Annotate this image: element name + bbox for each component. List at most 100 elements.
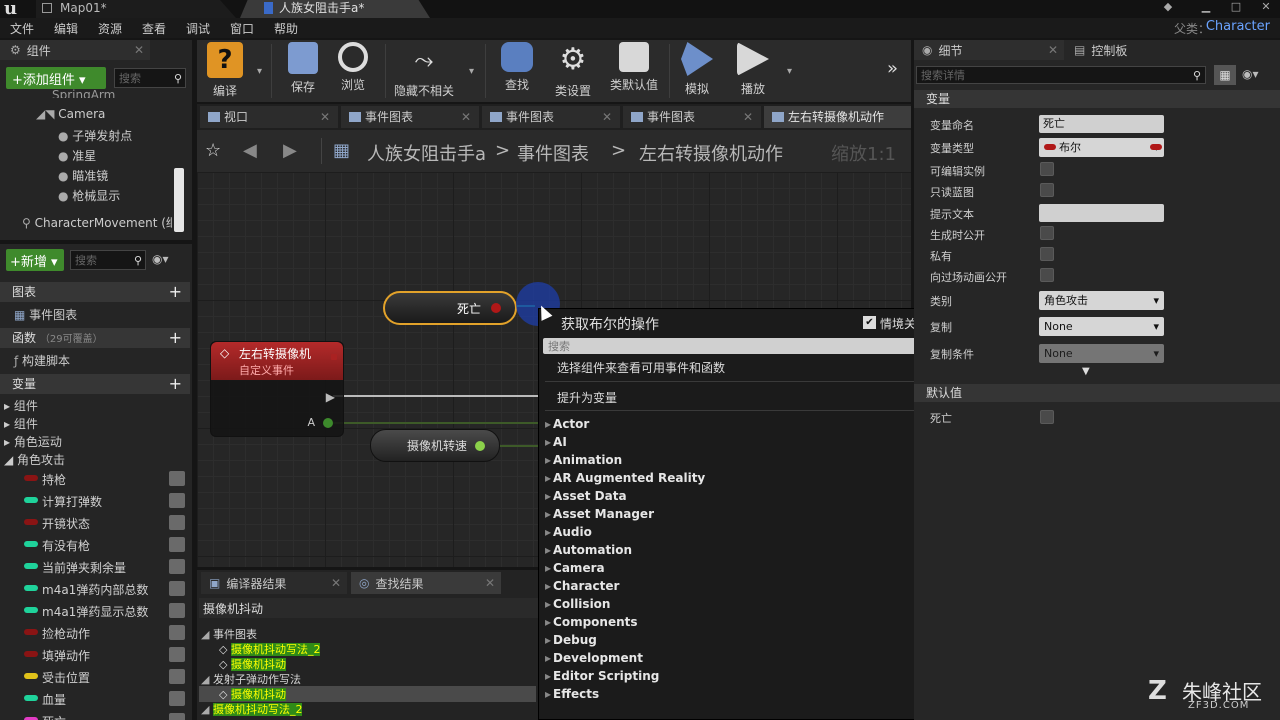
action-category[interactable]: Automation: [545, 543, 632, 557]
doc-tab-blueprint[interactable]: 人族女阻击手a*: [240, 0, 430, 18]
exec-output-pin[interactable]: ▶: [326, 390, 335, 404]
variable-visibility-eye-icon[interactable]: [169, 493, 185, 508]
detail-combo[interactable]: None: [1039, 317, 1164, 336]
variable-visibility-eye-icon[interactable]: [169, 625, 185, 640]
tree-springarm[interactable]: SpringArm: [52, 88, 115, 98]
view-options-eye-icon[interactable]: ◉▾: [152, 252, 169, 266]
action-category[interactable]: Debug: [545, 633, 597, 647]
menu-help[interactable]: 帮助: [274, 20, 298, 37]
variable-row[interactable]: 血量: [0, 688, 190, 710]
compiler-results-tab[interactable]: ▣ 编译器结果 ✕: [201, 572, 347, 594]
variable-type-combo[interactable]: 布尔: [1039, 138, 1164, 157]
menu-asset[interactable]: 资源: [98, 20, 122, 37]
result-line[interactable]: ◢ 发射子弹动作写法: [201, 671, 301, 687]
detail-checkbox[interactable]: [1040, 183, 1054, 197]
result-line[interactable]: ◢ 摄像机抖动写法_2: [201, 701, 303, 717]
dead-variable-node[interactable]: 死亡: [383, 291, 517, 325]
browse-button[interactable]: 浏览: [331, 42, 375, 93]
event-graph-item[interactable]: ▦ 事件图表: [14, 306, 77, 323]
variable-row[interactable]: 填弹动作: [0, 644, 190, 666]
variable-row[interactable]: m4a1弹药内部总数: [0, 578, 190, 600]
camera-speed-variable-node[interactable]: 摄像机转速: [370, 429, 500, 462]
save-button[interactable]: 保存: [281, 42, 325, 95]
add-component-button[interactable]: +添加组件 ▾: [6, 67, 106, 89]
variable-name-field[interactable]: 死亡: [1039, 115, 1164, 133]
section-variables[interactable]: 变量 +: [0, 374, 190, 394]
tree-crosshair[interactable]: ● 准星: [58, 147, 96, 164]
result-line[interactable]: ◇ 摄像机抖动: [219, 656, 286, 672]
action-category[interactable]: Asset Manager: [545, 507, 654, 521]
close-icon[interactable]: ✕: [1048, 43, 1058, 57]
menu-file[interactable]: 文件: [10, 20, 34, 37]
context-search-input[interactable]: 搜索 ⚲: [543, 338, 943, 354]
close-icon[interactable]: ✕: [331, 576, 341, 590]
simulate-button[interactable]: 模拟: [675, 42, 719, 97]
find-results-tab[interactable]: ◎ 查找结果 ✕: [351, 572, 501, 594]
advanced-expand-icon[interactable]: ▼: [1082, 366, 1090, 377]
action-category[interactable]: Development: [545, 651, 643, 665]
class-settings-button[interactable]: ⚙ 类设置: [549, 42, 597, 99]
tab-event-graph-2[interactable]: 事件图表 ✕: [482, 106, 620, 128]
detail-checkbox[interactable]: [1040, 268, 1054, 282]
action-category[interactable]: Components: [545, 615, 638, 629]
action-category[interactable]: AI: [545, 435, 567, 449]
action-category[interactable]: Effects: [545, 687, 599, 701]
action-category[interactable]: AR Augmented Reality: [545, 471, 705, 485]
compile-options-chevron-icon[interactable]: ▾: [257, 66, 262, 77]
action-category[interactable]: Editor Scripting: [545, 669, 659, 683]
tooltip-text-field[interactable]: [1039, 204, 1164, 222]
breadcrumb-function[interactable]: 左右转摄像机动作: [639, 140, 783, 166]
view-options-eye-icon[interactable]: ◉▾: [1242, 67, 1259, 81]
components-scrollbar[interactable]: [174, 168, 184, 232]
event-delegate-pin[interactable]: [331, 354, 337, 360]
variable-row[interactable]: 捡枪动作: [0, 622, 190, 644]
doc-tab-map[interactable]: Map01*: [36, 0, 236, 18]
tree-character-movement[interactable]: ⚲ CharacterMovement (继: [22, 214, 172, 231]
var-category-components-2[interactable]: ▸ 组件: [4, 415, 38, 432]
var-category-movement[interactable]: ▸ 角色运动: [4, 433, 62, 450]
action-category[interactable]: Camera: [545, 561, 605, 575]
result-line[interactable]: ◢ 事件图表: [201, 626, 257, 642]
notification-icon[interactable]: ◆: [1160, 0, 1176, 14]
add-function-plus-icon[interactable]: +: [169, 328, 182, 348]
tab-function-camera-turn[interactable]: 左右转摄像机动作: [764, 106, 911, 128]
tree-camera[interactable]: ◢◥ Camera: [36, 107, 105, 121]
property-matrix-icon[interactable]: ▦: [1214, 65, 1236, 85]
detail-combo[interactable]: None: [1039, 344, 1164, 363]
detail-checkbox[interactable]: [1040, 247, 1054, 261]
palette-tab[interactable]: ▤ 控制板: [1068, 40, 1188, 60]
bool-output-pin[interactable]: [491, 303, 502, 313]
close-icon[interactable]: ✕: [461, 106, 471, 128]
minimize-icon[interactable]: ▁: [1198, 0, 1214, 14]
float-output-pin[interactable]: [475, 440, 486, 451]
find-button[interactable]: 查找: [495, 42, 539, 93]
add-graph-plus-icon[interactable]: +: [169, 282, 182, 302]
section-default-value[interactable]: 默认值: [914, 384, 1280, 402]
variable-row[interactable]: 受击位置: [0, 666, 190, 688]
tab-event-graph-1[interactable]: 事件图表 ✕: [341, 106, 479, 128]
var-category-components[interactable]: ▸ 组件: [4, 397, 38, 414]
maximize-icon[interactable]: □: [1228, 0, 1244, 14]
tree-gun-display[interactable]: ● 枪械显示: [58, 187, 120, 204]
variable-visibility-eye-icon[interactable]: [169, 603, 185, 618]
variable-visibility-eye-icon[interactable]: [169, 647, 185, 662]
close-icon[interactable]: ✕: [485, 576, 495, 590]
variable-row[interactable]: 有没有枪: [0, 534, 190, 556]
menu-debug[interactable]: 调试: [186, 20, 210, 37]
back-arrow-icon[interactable]: ◀: [243, 140, 257, 161]
tree-muzzle[interactable]: ● 子弹发射点: [58, 127, 132, 144]
pin-a-output[interactable]: [323, 418, 333, 428]
section-functions[interactable]: 函数 （29可覆盖） +: [0, 328, 190, 348]
menu-edit[interactable]: 编辑: [54, 20, 78, 37]
action-category[interactable]: Animation: [545, 453, 622, 467]
variable-visibility-eye-icon[interactable]: [169, 559, 185, 574]
class-defaults-button[interactable]: 类默认值: [607, 42, 661, 93]
variable-visibility-eye-icon[interactable]: [169, 691, 185, 706]
action-category[interactable]: Asset Data: [545, 489, 627, 503]
favorite-star-icon[interactable]: ☆: [205, 140, 221, 161]
result-line[interactable]: ◇ 摄像机抖动写法_2: [219, 641, 321, 657]
variable-visibility-eye-icon[interactable]: [169, 581, 185, 596]
blueprint-search-input[interactable]: 搜索 ⚲: [70, 250, 146, 270]
section-variable[interactable]: 变量: [914, 90, 1280, 108]
forward-arrow-icon[interactable]: ▶: [283, 140, 297, 161]
